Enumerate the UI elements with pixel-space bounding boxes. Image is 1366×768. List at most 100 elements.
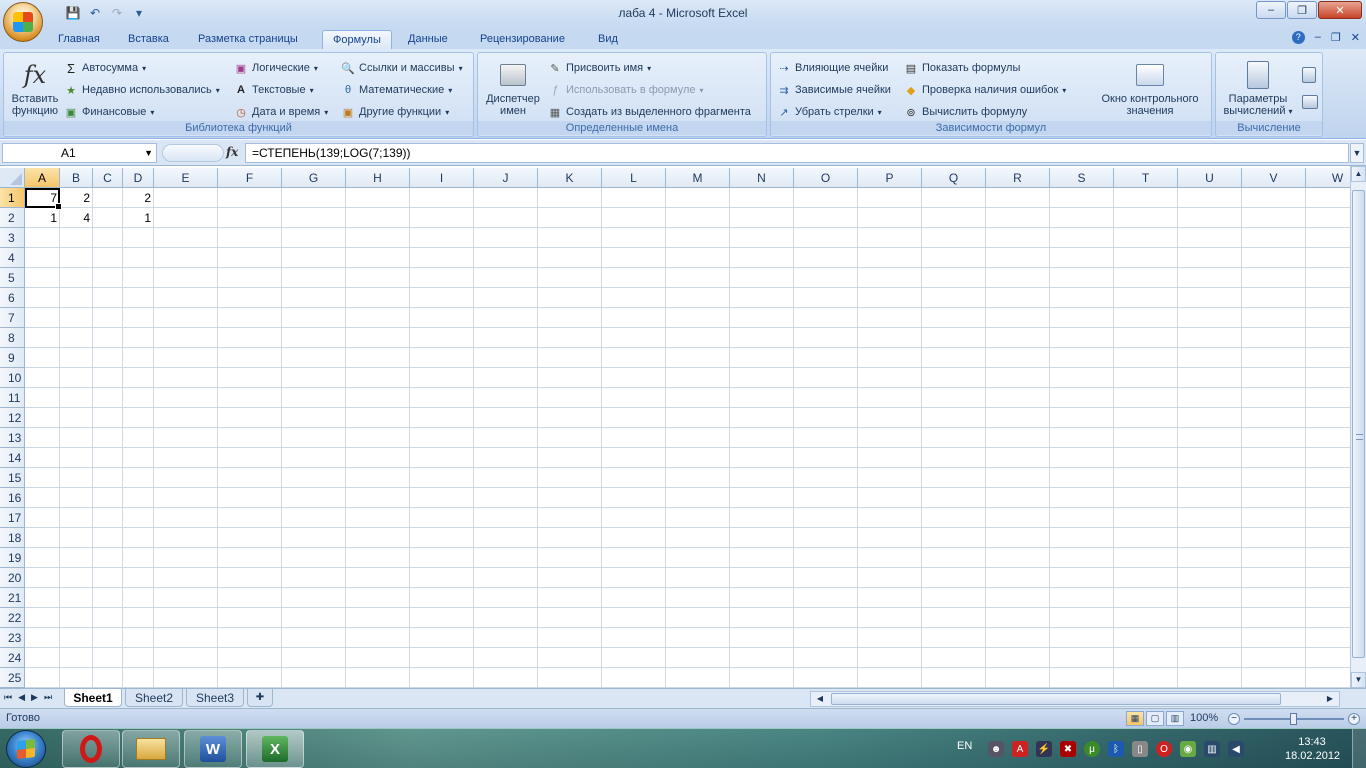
column-header-Q[interactable]: Q (922, 168, 986, 188)
tab-data[interactable]: Данные (398, 30, 458, 50)
taskbar-word[interactable]: W (184, 730, 242, 768)
row-header-1[interactable]: 1 (0, 188, 25, 208)
show-formulas-button[interactable]: ▤ Показать формулы (904, 58, 1021, 78)
tab-insert[interactable]: Вставка (118, 30, 179, 50)
vertical-scroll-thumb[interactable] (1352, 190, 1365, 658)
start-button[interactable] (6, 730, 46, 768)
column-header-K[interactable]: K (538, 168, 602, 188)
tab-view[interactable]: Вид (588, 30, 628, 50)
ribbon-minimize-icon[interactable]: – (1315, 31, 1321, 44)
scroll-right-icon[interactable]: ▶ (1323, 692, 1337, 706)
row-header-3[interactable]: 3 (0, 228, 25, 248)
next-sheet-icon[interactable]: ▶ (31, 692, 38, 703)
column-header-C[interactable]: C (93, 168, 123, 188)
trace-dependents-button[interactable]: ⇉ Зависимые ячейки (777, 80, 891, 100)
row-header-21[interactable]: 21 (0, 588, 25, 608)
calculate-sheet-icon[interactable] (1302, 95, 1318, 109)
lookup-button[interactable]: 🔍 Ссылки и массивы ▾ (341, 58, 462, 78)
network-icon[interactable]: ▥ (1204, 741, 1220, 757)
scroll-left-icon[interactable]: ◀ (813, 692, 827, 706)
column-header-D[interactable]: D (123, 168, 154, 188)
row-header-22[interactable]: 22 (0, 608, 25, 628)
cell-D2[interactable]: 1 (123, 208, 154, 228)
scroll-up-icon[interactable]: ▲ (1351, 166, 1366, 182)
column-header-U[interactable]: U (1178, 168, 1242, 188)
row-header-7[interactable]: 7 (0, 308, 25, 328)
prev-sheet-icon[interactable]: ◀ (18, 692, 25, 703)
sheet-tab-2[interactable]: Sheet2 (125, 689, 183, 707)
normal-view-icon[interactable]: ▦ (1126, 711, 1144, 726)
office-button[interactable] (3, 2, 43, 42)
row-header-4[interactable]: 4 (0, 248, 25, 268)
cell-A2[interactable]: 1 (25, 208, 60, 228)
recent-functions-button[interactable]: ★ Недавно использовались ▾ (64, 80, 220, 100)
usb-device-icon[interactable]: ▯ (1132, 741, 1148, 757)
row-header-5[interactable]: 5 (0, 268, 25, 288)
bluetooth-icon[interactable]: ᛒ (1108, 741, 1124, 757)
column-header-J[interactable]: J (474, 168, 538, 188)
column-header-H[interactable]: H (346, 168, 410, 188)
show-desktop-button[interactable] (1352, 729, 1366, 768)
ribbon-restore-icon[interactable]: ❐ (1331, 31, 1341, 44)
tray-power-icon[interactable]: ⚡ (1036, 741, 1052, 757)
text-button[interactable]: A Текстовые ▾ (234, 80, 314, 100)
column-header-A[interactable]: A (25, 168, 60, 188)
row-header-20[interactable]: 20 (0, 568, 25, 588)
taskbar-opera[interactable] (62, 730, 120, 768)
tab-formulas[interactable]: Формулы (322, 30, 392, 50)
zoom-level[interactable]: 100% (1190, 712, 1218, 724)
ribbon-close-icon[interactable]: ✕ (1351, 31, 1360, 44)
taskbar-excel[interactable]: X (246, 730, 304, 768)
column-header-M[interactable]: M (666, 168, 730, 188)
column-header-G[interactable]: G (282, 168, 346, 188)
page-break-view-icon[interactable]: ▥ (1166, 711, 1184, 726)
opera-tray-icon[interactable]: O (1156, 741, 1172, 757)
expand-formula-bar-icon[interactable]: ▼ (1350, 143, 1364, 163)
tab-home[interactable]: Главная (48, 30, 110, 50)
zoom-slider[interactable]: − + (1228, 713, 1360, 725)
zoom-knob[interactable] (1290, 713, 1297, 725)
pdf-icon[interactable]: A (1012, 741, 1028, 757)
page-layout-view-icon[interactable]: ▢ (1146, 711, 1164, 726)
column-header-B[interactable]: B (60, 168, 93, 188)
row-header-9[interactable]: 9 (0, 348, 25, 368)
datetime-button[interactable]: ◷ Дата и время ▾ (234, 102, 328, 122)
column-header-R[interactable]: R (986, 168, 1050, 188)
row-header-18[interactable]: 18 (0, 528, 25, 548)
evaluate-formula-button[interactable]: ⊚ Вычислить формулу (904, 102, 1027, 122)
language-indicator[interactable]: EN (957, 740, 972, 752)
column-header-F[interactable]: F (218, 168, 282, 188)
row-header-15[interactable]: 15 (0, 468, 25, 488)
maximize-button[interactable]: ❐ (1287, 1, 1317, 19)
column-header-W[interactable]: W (1306, 168, 1350, 188)
column-header-T[interactable]: T (1114, 168, 1178, 188)
row-header-13[interactable]: 13 (0, 428, 25, 448)
vertical-scrollbar[interactable]: ▲ ▼ (1350, 166, 1366, 688)
remove-arrows-button[interactable]: ↗ Убрать стрелки ▾ (777, 102, 881, 122)
minimize-button[interactable]: – (1256, 1, 1286, 19)
row-header-24[interactable]: 24 (0, 648, 25, 668)
sheet-tab-3[interactable]: Sheet3 (186, 689, 244, 707)
tab-review[interactable]: Рецензирование (470, 30, 575, 50)
insert-function-fx-button[interactable]: fx (226, 145, 238, 159)
financial-button[interactable]: ▣ Финансовые ▾ (64, 102, 155, 122)
zoom-out-icon[interactable]: − (1228, 713, 1240, 725)
tray-app-icon[interactable]: ☻ (988, 741, 1004, 757)
nvidia-icon[interactable]: ◉ (1180, 741, 1196, 757)
cell-D1[interactable]: 2 (123, 188, 154, 208)
row-header-25[interactable]: 25 (0, 668, 25, 688)
sheet-tab-1[interactable]: Sheet1 (64, 689, 122, 707)
insert-function-button[interactable]: fx Вставить функцию (8, 59, 62, 117)
clock[interactable]: 13:43 18.02.2012 (1285, 735, 1340, 763)
select-all-corner[interactable] (0, 168, 25, 188)
math-button[interactable]: θ Математические ▾ (341, 80, 452, 100)
column-header-O[interactable]: O (794, 168, 858, 188)
column-header-P[interactable]: P (858, 168, 922, 188)
taskbar-explorer[interactable] (122, 730, 180, 768)
column-header-S[interactable]: S (1050, 168, 1114, 188)
first-sheet-icon[interactable]: ⏮ (4, 692, 12, 703)
row-header-23[interactable]: 23 (0, 628, 25, 648)
calculate-now-icon[interactable] (1302, 67, 1316, 83)
tab-page-layout[interactable]: Разметка страницы (188, 30, 308, 50)
column-header-L[interactable]: L (602, 168, 666, 188)
